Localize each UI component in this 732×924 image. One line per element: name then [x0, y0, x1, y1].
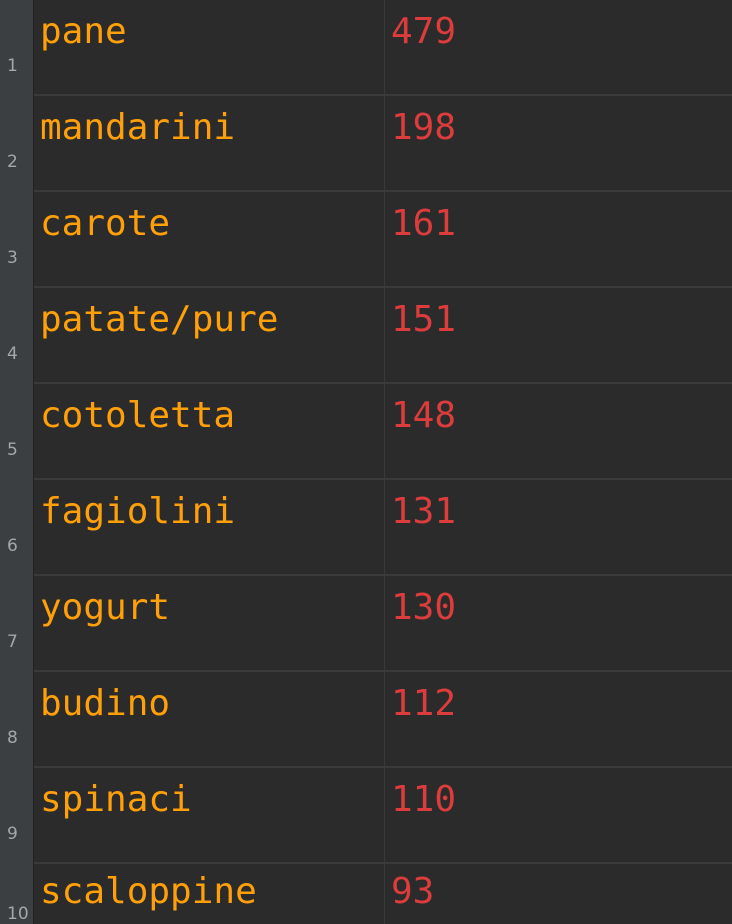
item-name: yogurt [40, 587, 171, 628]
item-name: mandarini [40, 107, 236, 148]
row-header[interactable]: 7 [0, 576, 34, 672]
item-name: patate/pure [40, 299, 279, 340]
table-row[interactable]: 8 budino 112 [0, 672, 732, 768]
row-number: 9 [7, 824, 18, 844]
item-name: cotoletta [40, 395, 236, 436]
name-cell[interactable]: fagiolini [34, 480, 384, 574]
row-header[interactable]: 4 [0, 288, 34, 384]
table-row[interactable]: 10 scaloppine 93 [0, 864, 732, 924]
name-cell[interactable]: scaloppine [34, 864, 384, 924]
value-cell[interactable]: 151 [385, 288, 732, 382]
item-value: 110 [391, 779, 457, 820]
item-name: fagiolini [40, 491, 236, 532]
row-number: 1 [7, 56, 18, 76]
item-value: 198 [391, 107, 457, 148]
name-cell[interactable]: cotoletta [34, 384, 384, 478]
item-value: 93 [391, 871, 435, 912]
item-value: 479 [391, 11, 457, 52]
table-row[interactable]: 9 spinaci 110 [0, 768, 732, 864]
value-cell[interactable]: 148 [385, 384, 732, 478]
row-header[interactable]: 5 [0, 384, 34, 480]
value-cell[interactable]: 479 [385, 0, 732, 94]
spreadsheet-grid: 1 pane 479 2 mandarini 198 3 carote 161 … [0, 0, 732, 924]
row-header[interactable]: 3 [0, 192, 34, 288]
row-header[interactable]: 2 [0, 96, 34, 192]
table-row[interactable]: 2 mandarini 198 [0, 96, 732, 192]
value-cell[interactable]: 198 [385, 96, 732, 190]
row-number: 8 [7, 728, 18, 748]
table-row[interactable]: 3 carote 161 [0, 192, 732, 288]
name-cell[interactable]: mandarini [34, 96, 384, 190]
row-number: 6 [7, 536, 18, 556]
value-cell[interactable]: 161 [385, 192, 732, 286]
name-cell[interactable]: budino [34, 672, 384, 766]
row-number: 2 [7, 152, 18, 172]
row-number: 10 [7, 904, 29, 924]
name-cell[interactable]: yogurt [34, 576, 384, 670]
table-row[interactable]: 6 fagiolini 131 [0, 480, 732, 576]
item-name: pane [40, 11, 127, 52]
row-header[interactable]: 6 [0, 480, 34, 576]
name-cell[interactable]: spinaci [34, 768, 384, 862]
item-name: scaloppine [40, 871, 257, 912]
item-name: budino [40, 683, 171, 724]
value-cell[interactable]: 110 [385, 768, 732, 862]
item-value: 130 [391, 587, 457, 628]
item-value: 151 [391, 299, 457, 340]
item-value: 131 [391, 491, 457, 532]
value-cell[interactable]: 93 [385, 864, 732, 924]
value-cell[interactable]: 112 [385, 672, 732, 766]
row-header[interactable]: 8 [0, 672, 34, 768]
item-value: 161 [391, 203, 457, 244]
row-number: 5 [7, 440, 18, 460]
item-name: spinaci [40, 779, 192, 820]
table-row[interactable]: 7 yogurt 130 [0, 576, 732, 672]
table-row[interactable]: 1 pane 479 [0, 0, 732, 96]
row-header[interactable]: 10 [0, 864, 34, 924]
row-header[interactable]: 9 [0, 768, 34, 864]
name-cell[interactable]: carote [34, 192, 384, 286]
name-cell[interactable]: pane [34, 0, 384, 94]
table-row[interactable]: 5 cotoletta 148 [0, 384, 732, 480]
row-number: 3 [7, 248, 18, 268]
row-number: 7 [7, 632, 18, 652]
value-cell[interactable]: 130 [385, 576, 732, 670]
item-value: 112 [391, 683, 457, 724]
item-name: carote [40, 203, 171, 244]
row-header[interactable]: 1 [0, 0, 34, 96]
name-cell[interactable]: patate/pure [34, 288, 384, 382]
value-cell[interactable]: 131 [385, 480, 732, 574]
row-number: 4 [7, 344, 18, 364]
item-value: 148 [391, 395, 457, 436]
table-row[interactable]: 4 patate/pure 151 [0, 288, 732, 384]
